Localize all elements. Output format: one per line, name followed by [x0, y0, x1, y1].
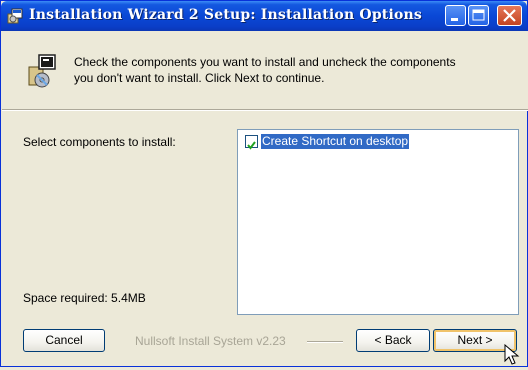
header-divider [2, 109, 528, 111]
component-label: Create Shortcut on desktop [261, 134, 410, 149]
space-required-label: Space required: 5.4MB [23, 291, 146, 305]
window-title: Installation Wizard 2 Setup: Installatio… [29, 7, 422, 23]
installer-window: Installation Wizard 2 Setup: Installatio… [0, 0, 528, 367]
checkmark-icon [247, 141, 256, 150]
installer-icon [7, 8, 24, 24]
title-bar[interactable]: Installation Wizard 2 Setup: Installatio… [1, 1, 527, 31]
footer-divider [307, 341, 343, 343]
back-button[interactable]: < Back [356, 329, 430, 352]
instructions-line-1: Check the components you want to install… [74, 55, 456, 69]
close-icon [503, 9, 516, 22]
mouse-pointer-icon [504, 343, 520, 366]
close-button[interactable] [497, 5, 522, 26]
install-components-icon [27, 53, 57, 89]
minimize-icon [451, 18, 458, 21]
cancel-button[interactable]: Cancel [23, 329, 105, 352]
components-list[interactable]: Create Shortcut on desktop [237, 129, 519, 315]
instructions-text: Check the components you want to install… [74, 54, 514, 86]
minimize-button[interactable] [445, 5, 466, 26]
branding-text: Nullsoft Install System v2.23 [135, 334, 286, 348]
instructions-line-2: you don't want to install. Click Next to… [74, 71, 325, 85]
select-components-label: Select components to install: [23, 135, 176, 149]
maximize-icon [472, 9, 485, 21]
maximize-button[interactable] [468, 5, 489, 26]
header-panel: Check the components you want to install… [2, 31, 528, 109]
component-checkbox[interactable] [245, 135, 258, 150]
